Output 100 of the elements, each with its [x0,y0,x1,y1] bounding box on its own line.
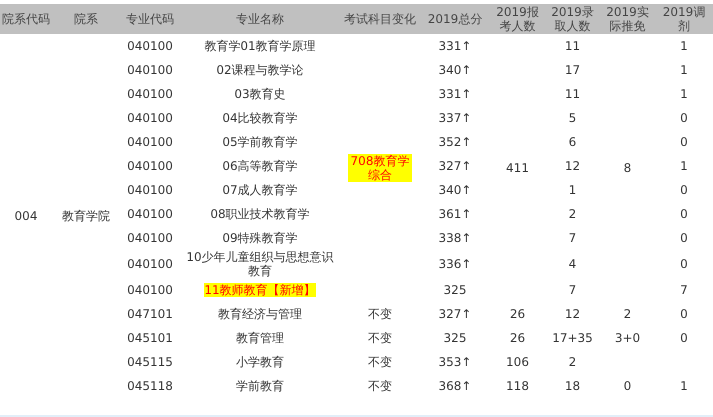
table-cell: 106 [506,355,529,369]
table-cell: 0 [680,231,688,245]
table-cell: 教育管理 [236,331,284,345]
table-cell: 2 [568,207,576,221]
table-cell: 0 [680,207,688,221]
table-cell: 708教育学综合 [348,154,412,182]
table-cell: 08职业技术教育学 [210,207,310,221]
table-cell: 1 [680,159,688,173]
table-cell: 06高等教育学 [222,159,298,173]
table-cell: 118 [506,379,529,393]
table-cell: 0 [680,183,688,197]
table-cell: 小学教育 [236,355,284,369]
table-cell: 6 [568,135,576,149]
table-cell: 331↑ [438,39,472,53]
table-cell: 11 [564,87,580,101]
table-cell: 07成人教育学 [222,183,298,197]
table-cell: 0 [680,307,688,321]
table-cell: 040100 [127,135,173,149]
table-cell: 327↑ [438,159,472,173]
column-header: 2019录取人数 [551,5,594,33]
table-cell: 040100 [127,63,173,77]
table-cell: 325 [444,283,466,297]
table-cell: 047101 [127,307,173,321]
table-cell: 不变 [368,331,392,345]
table-cell: 338↑ [438,231,472,245]
table-cell: 09特殊教育学 [222,231,298,245]
table-cell: 040100 [127,159,173,173]
column-header: 2019总分 [428,12,482,26]
table-cell: 045101 [127,331,173,345]
table-cell: 教育学院 [62,209,110,223]
table-cell: 0 [680,331,688,345]
table-cell: 040100 [127,207,173,221]
column-header: 2019报考人数 [496,5,539,33]
table-cell: 不变 [368,379,392,393]
table-cell: 040100 [127,111,173,125]
table-cell: 18 [564,379,580,393]
table-cell: 004 [14,209,38,223]
table-cell: 040100 [127,231,173,245]
table-cell: 教育学01教育学原理 [204,39,316,53]
table-cell: 361↑ [438,207,472,221]
table-cell: 336↑ [438,257,472,271]
table-cell: 7 [568,283,576,297]
table-cell: 5 [568,111,576,125]
table-cell: 26 [510,307,526,321]
table-cell: 1 [568,183,576,197]
column-header: 专业代码 [126,12,174,26]
table-cell: 0 [680,257,688,271]
table-cell: 12 [564,307,580,321]
table-cell: 7 [568,231,576,245]
table-cell: 040100 [127,87,173,101]
table-cell: 不变 [368,307,392,321]
table-cell: 17 [564,63,580,77]
table-cell: 11教师教育【新增】 [204,283,316,297]
table-cell: 05学前教育学 [222,135,298,149]
column-header: 考试科目变化 [344,12,416,26]
table-cell: 2 [624,307,632,321]
table-cell: 02课程与教学论 [216,63,304,77]
table-cell: 331↑ [438,87,472,101]
table-cell: 1 [680,39,688,53]
table-cell: 8 [624,161,632,175]
table-cell: 0 [624,379,632,393]
table-cell: 不变 [368,355,392,369]
table-cell: 教育经济与管理 [218,307,302,321]
table-cell: 26 [510,331,526,345]
table-cell: 353↑ [438,355,472,369]
table-cell: 学前教育 [236,379,284,393]
column-header: 2019实际推免 [606,5,649,33]
table-cell-text: 10少年儿童组织与思想意识教育 [185,250,335,278]
table-cell: 325 [444,331,466,345]
table-cell: 040100 [127,183,173,197]
table-cell: 04比较教育学 [222,111,298,125]
table-cell: 03教育史 [234,87,286,101]
column-header: 专业名称 [236,12,284,26]
table-cell: 327↑ [438,307,472,321]
table-cell: 0 [680,135,688,149]
table-cell: 368↑ [438,379,472,393]
table-cell: 040100 [127,257,173,271]
table-cell: 337↑ [438,111,472,125]
table-cell: 3+0 [614,331,640,345]
table-cell: 1 [680,379,688,393]
table-cell: 0 [680,111,688,125]
table-cell: 040100 [127,283,173,297]
table-cell: 1 [680,63,688,77]
table-cell: 340↑ [438,183,472,197]
table-cell: 1 [680,87,688,101]
table-cell: 2 [568,355,576,369]
table-cell: 352↑ [438,135,472,149]
table-cell: 7 [680,283,688,297]
table-cell: 12 [564,159,580,173]
column-header: 2019调剂 [662,5,706,33]
table-cell: 340↑ [438,63,472,77]
table-cell: 045118 [127,379,173,393]
table-cell: 4 [568,257,576,271]
table-cell: 040100 [127,39,173,53]
table-cell: 17+35 [552,331,593,345]
column-header: 院系代码 [2,12,50,26]
table-cell: 11 [564,39,580,53]
column-header: 院系 [74,12,98,26]
table-cell: 045115 [127,355,173,369]
table-cell: 411 [506,161,529,175]
